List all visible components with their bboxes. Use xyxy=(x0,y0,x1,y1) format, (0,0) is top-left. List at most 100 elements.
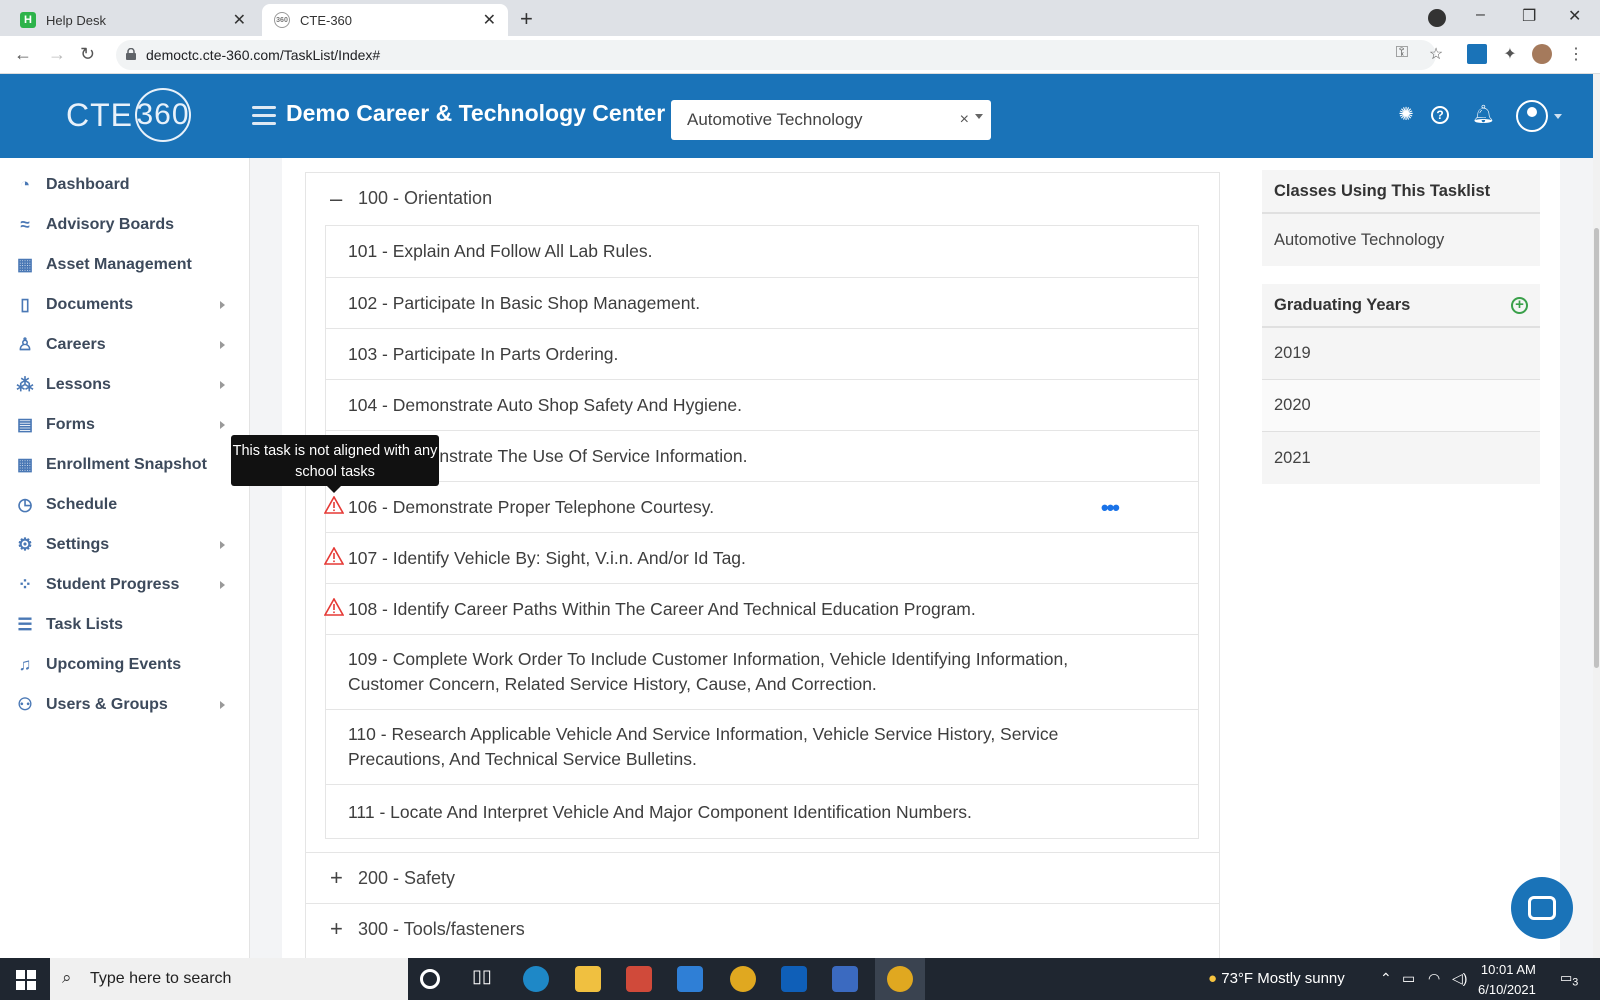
file-explorer-icon[interactable] xyxy=(575,966,601,992)
cte360-logo[interactable]: CTE 360 xyxy=(66,88,191,142)
profile-menu-icon[interactable] xyxy=(1428,9,1446,27)
key-icon[interactable]: ⚿ xyxy=(1392,44,1412,64)
close-tab-icon[interactable]: ✕ xyxy=(233,10,246,30)
sidebar-item-settings[interactable]: ⚙ Settings xyxy=(0,528,249,562)
maximize-icon[interactable]: ❐ xyxy=(1522,6,1536,26)
task-group-100[interactable]: – 100 - Orientation xyxy=(306,173,1219,224)
user-avatar-icon[interactable] xyxy=(1516,100,1548,132)
expand-icon[interactable]: + xyxy=(330,865,343,891)
volume-icon[interactable]: ◁) xyxy=(1452,970,1467,987)
task-view-icon[interactable]: ▯▯ xyxy=(472,966,498,992)
class-select[interactable]: Automotive Technology × xyxy=(671,100,991,140)
task-group-200[interactable]: + 200 - Safety xyxy=(306,852,1219,903)
warning-icon[interactable] xyxy=(324,598,344,616)
hamburger-menu-icon[interactable] xyxy=(252,106,276,128)
task-text: 104 - Demonstrate Auto Shop Safety And H… xyxy=(348,394,742,415)
task-group-label: 100 - Orientation xyxy=(358,188,493,208)
more-options-icon[interactable]: ••• xyxy=(1101,495,1120,520)
lightbulb-icon[interactable]: ✺ xyxy=(1395,104,1417,126)
task-row[interactable]: 107 - Identify Vehicle By: Sight, V.i.n.… xyxy=(324,532,1198,583)
sidebar-item-users-groups[interactable]: ⚇ Users & Groups xyxy=(0,688,249,722)
clear-selection-icon[interactable]: × xyxy=(960,111,969,129)
sidebar-item-dashboard[interactable]: ◔ Dashboard xyxy=(0,168,249,202)
edge-icon[interactable] xyxy=(523,966,549,992)
taskbar-search-input[interactable]: ⌕ Type here to search xyxy=(50,958,408,1000)
puzzle-icon[interactable]: ✦ xyxy=(1500,44,1520,64)
forward-icon[interactable]: → xyxy=(48,44,66,65)
class-item[interactable]: Automotive Technology xyxy=(1262,214,1540,266)
year-item[interactable]: 2020 xyxy=(1262,380,1540,432)
mail-icon[interactable] xyxy=(677,966,703,992)
year-item[interactable]: 2021 xyxy=(1262,432,1540,484)
task-row[interactable]: 103 - Participate In Parts Ordering. xyxy=(326,328,1198,379)
notifications-icon[interactable]: ▭3 xyxy=(1560,970,1578,989)
windows-start-icon[interactable] xyxy=(16,970,36,990)
sidebar-item-lessons[interactable]: ⁂ Lessons xyxy=(0,368,249,402)
warning-icon[interactable] xyxy=(324,547,344,565)
scrollbar-thumb[interactable] xyxy=(1594,228,1599,668)
task-row[interactable]: 108 - Identify Career Paths Within The C… xyxy=(324,583,1198,634)
help-icon[interactable]: ? xyxy=(1431,106,1449,124)
clock[interactable]: 10:01 AM 6/10/2021 xyxy=(1478,960,1536,1000)
task-group-300[interactable]: + 300 - Tools/fasteners xyxy=(306,903,1219,954)
sidebar-item-documents[interactable]: ▯ Documents xyxy=(0,288,249,322)
sidebar-item-forms[interactable]: ▤ Forms xyxy=(0,408,249,442)
url-field[interactable]: democtc.cte-360.com/TaskList/Index# xyxy=(116,40,1436,70)
store-icon[interactable] xyxy=(626,966,652,992)
sidebar-item-asset-management[interactable]: ▦ Asset Management xyxy=(0,248,249,282)
task-row[interactable]: 106 - Demonstrate Proper Telephone Court… xyxy=(324,481,1198,532)
sidebar-item-schedule[interactable]: ◷ Schedule xyxy=(0,488,249,522)
chat-launcher-button[interactable] xyxy=(1511,877,1573,939)
back-icon[interactable]: ← xyxy=(14,44,32,65)
window-close-icon[interactable]: ✕ xyxy=(1568,6,1581,26)
chevron-down-icon[interactable] xyxy=(975,114,983,119)
chevron-down-icon[interactable] xyxy=(1554,114,1562,119)
chevron-right-icon xyxy=(220,421,225,429)
browser-tab-cte360[interactable]: 360 CTE-360 ✕ xyxy=(262,4,508,36)
task-row[interactable]: 111 - Locate And Interpret Vehicle And M… xyxy=(326,784,1198,839)
extension-icon[interactable] xyxy=(1467,44,1487,64)
weather-widget[interactable]: ● 73°F Mostly sunny xyxy=(1208,970,1345,987)
star-icon[interactable]: ☆ xyxy=(1426,44,1446,64)
add-year-icon[interactable]: + xyxy=(1511,297,1528,314)
close-tab-icon[interactable]: ✕ xyxy=(483,10,496,30)
tray-chevron-icon[interactable]: ⌃ xyxy=(1380,970,1392,987)
collapse-icon[interactable]: – xyxy=(330,186,342,212)
sidebar-item-upcoming-events[interactable]: ♫ Upcoming Events xyxy=(0,648,249,682)
task-row[interactable]: 110 - Research Applicable Vehicle And Se… xyxy=(326,709,1198,784)
app-icon[interactable] xyxy=(832,966,858,992)
cortana-icon[interactable] xyxy=(420,969,440,989)
year-item[interactable]: 2019 xyxy=(1262,328,1540,380)
new-tab-icon[interactable]: + xyxy=(520,6,533,32)
chrome-active-taskbar-button[interactable] xyxy=(875,958,925,1000)
chevron-right-icon xyxy=(220,341,225,349)
browser-tab-help-desk[interactable]: H Help Desk ✕ xyxy=(8,4,258,36)
sidebar-item-label: Users & Groups xyxy=(46,696,168,713)
wifi-icon[interactable]: ◠ xyxy=(1428,970,1440,987)
task-row[interactable]: 105 - Demonstrate The Use Of Service Inf… xyxy=(326,430,1198,481)
battery-icon[interactable]: ▭ xyxy=(1402,970,1415,987)
minimize-icon[interactable]: – xyxy=(1476,6,1485,24)
warning-icon[interactable] xyxy=(324,496,344,514)
task-row[interactable]: 104 - Demonstrate Auto Shop Safety And H… xyxy=(326,379,1198,430)
menu-dots-icon[interactable]: ⋮ xyxy=(1566,44,1586,64)
sidebar-item-careers[interactable]: ♙ Careers xyxy=(0,328,249,362)
bell-icon[interactable]: 🔔︎ xyxy=(1472,104,1495,126)
app-header: CTE 360 Demo Career & Technology Center … xyxy=(0,74,1593,158)
chat-icon xyxy=(1528,896,1556,920)
chrome-icon[interactable] xyxy=(730,966,756,992)
reload-icon[interactable]: ↻ xyxy=(80,44,95,65)
chevron-right-icon xyxy=(220,581,225,589)
task-row[interactable]: 102 - Participate In Basic Shop Manageme… xyxy=(326,277,1198,328)
profile-avatar-icon[interactable] xyxy=(1532,44,1552,64)
task-row[interactable]: 109 - Complete Work Order To Include Cus… xyxy=(326,634,1198,709)
task-row[interactable]: 101 - Explain And Follow All Lab Rules. xyxy=(326,226,1198,277)
sidebar-item-student-progress[interactable]: ⁘ Student Progress xyxy=(0,568,249,602)
expand-icon[interactable]: + xyxy=(330,916,343,942)
outlook-icon[interactable] xyxy=(781,966,807,992)
sidebar-item-enrollment-snapshot[interactable]: ▦ Enrollment Snapshot xyxy=(0,448,249,482)
sidebar-item-advisory-boards[interactable]: ≈ Advisory Boards xyxy=(0,208,249,242)
sidebar-item-task-lists[interactable]: ☰ Task Lists xyxy=(0,608,249,642)
sidebar-item-label: Dashboard xyxy=(46,176,130,193)
table-icon: ▦ xyxy=(16,455,34,474)
